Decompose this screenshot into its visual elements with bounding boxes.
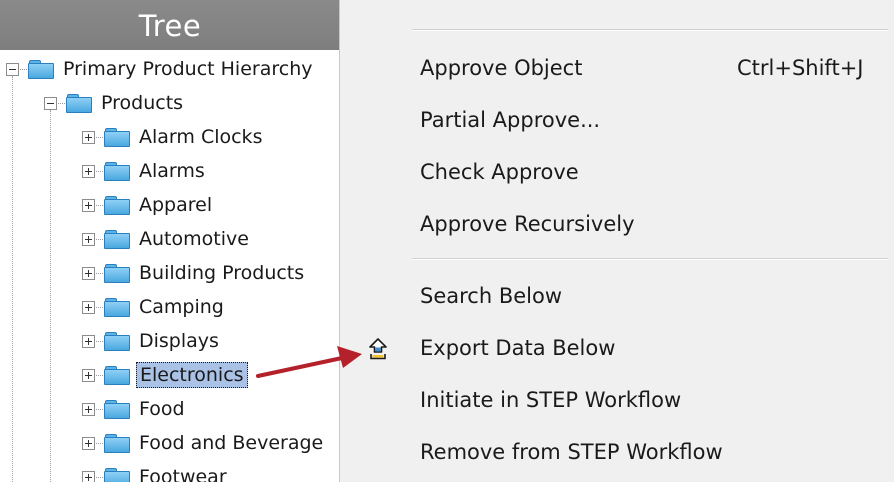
folder-icon — [104, 433, 130, 453]
tree-node-label[interactable]: Alarms — [136, 158, 208, 184]
expand-icon[interactable] — [82, 198, 95, 212]
tree-node-food[interactable]: Food — [82, 394, 188, 424]
menu-item-initiate-in-step-workflow[interactable]: Initiate in STEP Workflow — [340, 380, 894, 424]
menu-item-approve-object[interactable]: Approve Object Ctrl+Shift+J — [340, 48, 894, 92]
tree-node-label[interactable]: Products — [98, 90, 186, 116]
tree-connector — [58, 102, 65, 104]
folder-icon — [104, 467, 130, 482]
folder-icon — [104, 127, 130, 147]
tree-connector — [96, 272, 103, 274]
expand-icon[interactable] — [82, 300, 95, 314]
tree-node-electronics[interactable]: Electronics — [82, 360, 248, 390]
tree-connector — [96, 238, 103, 240]
tree-node-food-and-beverage[interactable]: Food and Beverage — [82, 428, 326, 458]
tree-node-footwear[interactable]: Footwear — [82, 462, 230, 482]
tree-connector — [96, 374, 103, 376]
menu-item-remove-from-step-workflow[interactable]: Remove from STEP Workflow — [340, 432, 894, 476]
tree-node-label[interactable]: Displays — [136, 328, 222, 354]
tree-header: Tree — [0, 0, 340, 50]
tree-node-building-products[interactable]: Building Products — [82, 258, 307, 288]
menu-item-label: Approve Recursively — [420, 212, 635, 236]
expand-icon[interactable] — [82, 402, 95, 416]
expand-icon[interactable] — [82, 130, 95, 144]
menu-item-label: Remove from STEP Workflow — [420, 440, 723, 464]
folder-icon — [104, 331, 130, 351]
menu-separator — [412, 29, 888, 31]
tree-node-alarm-clocks[interactable]: Alarm Clocks — [82, 122, 265, 152]
collapse-icon[interactable] — [44, 96, 57, 110]
folder-icon — [104, 229, 130, 249]
expand-icon[interactable] — [82, 164, 95, 178]
tree-connector — [96, 136, 103, 138]
tree-node-primary-product-hierarchy[interactable]: Primary Product Hierarchy — [6, 54, 315, 84]
tree-connector — [96, 306, 103, 308]
tree-connector — [96, 204, 103, 206]
menu-item-label: Search Below — [420, 284, 563, 308]
folder-icon — [28, 59, 54, 79]
expand-icon[interactable] — [82, 334, 95, 348]
folder-icon — [104, 263, 130, 283]
tree-node-label[interactable]: Primary Product Hierarchy — [60, 56, 315, 82]
folder-icon — [104, 399, 130, 419]
menu-item-check-approve[interactable]: Check Approve — [340, 152, 894, 196]
export-up-arrow-icon — [368, 338, 388, 360]
tree-guide-line-products — [50, 110, 51, 482]
tree-connector — [96, 442, 103, 444]
tree-node-products[interactable]: Products — [44, 88, 186, 118]
menu-item-label: Export Data Below — [420, 336, 616, 360]
tree-node-label[interactable]: Building Products — [136, 260, 307, 286]
tree-node-label[interactable]: Automotive — [136, 226, 252, 252]
tree-connector — [96, 408, 103, 410]
tree-node-label[interactable]: Footwear — [136, 464, 230, 482]
folder-icon — [104, 297, 130, 317]
folder-icon — [104, 365, 130, 385]
context-menu: Approve Object Ctrl+Shift+J Partial Appr… — [339, 0, 894, 482]
menu-item-label: Partial Approve... — [420, 108, 601, 132]
expand-icon[interactable] — [82, 368, 95, 382]
tree-node-label[interactable]: Food — [136, 396, 188, 422]
tree-connector — [96, 340, 103, 342]
tree-node-apparel[interactable]: Apparel — [82, 190, 215, 220]
collapse-icon[interactable] — [6, 62, 19, 76]
tree-guide-line-root — [12, 76, 13, 482]
menu-item-search-below[interactable]: Search Below — [340, 276, 894, 320]
expand-icon[interactable] — [82, 266, 95, 280]
menu-separator — [412, 258, 888, 260]
tree-connector — [96, 476, 103, 478]
menu-item-label: Initiate in STEP Workflow — [420, 388, 682, 412]
tree-connector — [96, 170, 103, 172]
tree-node-camping[interactable]: Camping — [82, 292, 227, 322]
menu-item-approve-recursively[interactable]: Approve Recursively — [340, 204, 894, 248]
tree-node-label-selected[interactable]: Electronics — [136, 362, 248, 388]
menu-item-shortcut: Ctrl+Shift+J — [737, 56, 864, 80]
tree-node-label[interactable]: Apparel — [136, 192, 215, 218]
tree-node-automotive[interactable]: Automotive — [82, 224, 252, 254]
tree-connector — [20, 68, 27, 70]
tree-node-label[interactable]: Alarm Clocks — [136, 124, 265, 150]
folder-icon — [104, 161, 130, 181]
expand-icon[interactable] — [82, 436, 95, 450]
tree-panel: Tree Primary Product Hierarchy Products … — [0, 0, 345, 482]
tree-node-alarms[interactable]: Alarms — [82, 156, 208, 186]
expand-icon[interactable] — [82, 470, 95, 482]
expand-icon[interactable] — [82, 232, 95, 246]
tree-node-label[interactable]: Camping — [136, 294, 227, 320]
tree-node-label[interactable]: Food and Beverage — [136, 430, 326, 456]
menu-item-label: Check Approve — [420, 160, 579, 184]
menu-item-export-data-below[interactable]: Export Data Below — [340, 328, 894, 372]
menu-item-label: Approve Object — [420, 56, 583, 80]
folder-icon — [66, 93, 92, 113]
tree-node-displays[interactable]: Displays — [82, 326, 222, 356]
folder-icon — [104, 195, 130, 215]
menu-item-partial-approve[interactable]: Partial Approve... — [340, 100, 894, 144]
